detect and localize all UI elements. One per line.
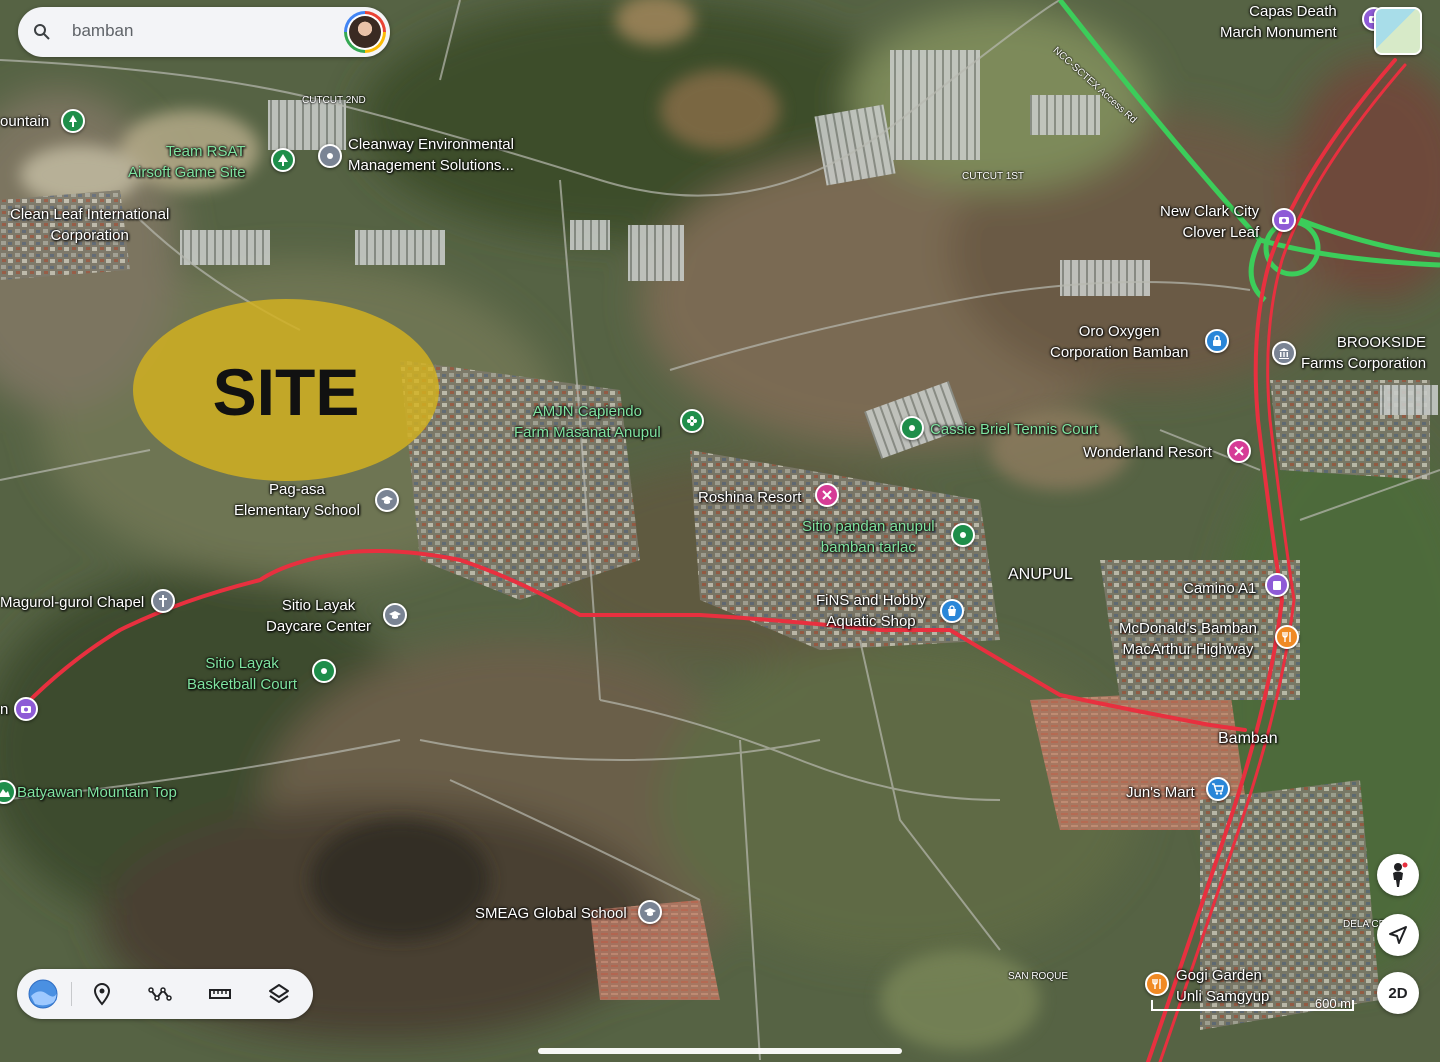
label-batyawan[interactable]: Batyawan Mountain Top: [17, 782, 177, 803]
site-label: SITE: [212, 355, 360, 429]
layers-icon[interactable]: [267, 982, 291, 1006]
route-icon[interactable]: [148, 982, 172, 1006]
search-bar[interactable]: bamban: [18, 7, 390, 57]
lock-pin-icon[interactable]: [1205, 329, 1229, 353]
label-anupul: ANUPUL: [1008, 566, 1073, 583]
view-mode-toggle[interactable]: 2D: [1377, 972, 1419, 1014]
place-pin-icon[interactable]: [318, 144, 342, 168]
earth-icon[interactable]: [27, 978, 59, 1010]
label-mountain[interactable]: ountain: [0, 111, 49, 132]
search-input[interactable]: bamban: [72, 21, 133, 41]
label-left-edge[interactable]: n: [0, 699, 8, 720]
flower-pin-icon[interactable]: [680, 409, 704, 433]
view-mode-label: 2D: [1388, 984, 1408, 1002]
road-label-san-roque: SAN ROQUE: [1008, 971, 1069, 982]
place-pin-icon[interactable]: [900, 416, 924, 440]
church-pin-icon[interactable]: [151, 589, 175, 613]
label-team-rsat[interactable]: Team RSAT Airsoft Game Site: [128, 141, 246, 183]
label-wonderland[interactable]: Wonderland Resort: [1083, 442, 1212, 463]
restaurant-pin-icon[interactable]: [1145, 972, 1169, 996]
label-oro-oxygen[interactable]: Oro Oxygen Corporation Bamban: [1050, 321, 1188, 363]
scale-label: 600 m: [1314, 996, 1351, 1011]
label-capas-death-march[interactable]: Capas Death March Monument: [1220, 1, 1337, 43]
road-label-cutcut2: CUTCUT 2ND: [302, 95, 366, 106]
place-pin-icon[interactable]: [951, 523, 975, 547]
label-cassie-briel[interactable]: Cassie Briel Tennis Court: [930, 419, 1098, 440]
label-smeag[interactable]: SMEAG Global School: [475, 903, 627, 924]
label-brookside[interactable]: BROOKSIDE Farms Corporation: [1301, 332, 1426, 374]
label-roshina[interactable]: Roshina Resort: [698, 487, 801, 508]
camera-pin-icon[interactable]: [1272, 208, 1296, 232]
home-indicator: [538, 1048, 902, 1054]
map-thumbnail[interactable]: [1374, 7, 1422, 55]
label-sitio-layak-court[interactable]: Sitio Layak Basketball Court: [187, 653, 297, 695]
scale-bar: 600 m: [1150, 996, 1355, 1012]
bottom-toolbar: [17, 969, 313, 1019]
label-magurol[interactable]: Magurol-gurol Chapel: [0, 592, 144, 613]
school-pin-icon[interactable]: [375, 488, 399, 512]
label-cleanway[interactable]: Cleanway Environmental Management Soluti…: [348, 134, 514, 176]
ruler-icon[interactable]: [208, 982, 232, 1006]
label-sitio-pandan[interactable]: Sitio pandan anupul bamban tarlac: [802, 516, 935, 558]
shop-pin-icon[interactable]: [940, 599, 964, 623]
pegman-icon: [1393, 862, 1408, 887]
bank-pin-icon[interactable]: [1272, 341, 1296, 365]
restaurant-pin-icon[interactable]: [1275, 625, 1299, 649]
resort-pin-icon[interactable]: [1227, 439, 1251, 463]
navigation-arrow-icon: [1389, 926, 1407, 944]
resort-pin-icon[interactable]: [815, 483, 839, 507]
camera-pin-icon[interactable]: [14, 697, 38, 721]
road-label-cutcut1: CUTCUT 1ST: [962, 171, 1025, 182]
store-pin-icon[interactable]: [1265, 573, 1289, 597]
label-fins[interactable]: FiNS and Hobby Aquatic Shop: [816, 590, 926, 632]
label-mcdonalds[interactable]: McDonald's Bamban MacArthur Highway: [1119, 618, 1257, 660]
label-clean-leaf[interactable]: Clean Leaf International Corporation: [10, 204, 169, 246]
park-pin-icon[interactable]: [61, 109, 85, 133]
tree-pin-icon[interactable]: [271, 148, 295, 172]
street-view-button[interactable]: [1377, 854, 1419, 896]
label-new-clark-city[interactable]: New Clark City Clover Leaf: [1160, 201, 1259, 243]
label-sitio-layak-daycare[interactable]: Sitio Layak Daycare Center: [266, 595, 371, 637]
label-juns-mart[interactable]: Jun's Mart: [1126, 782, 1195, 803]
toolbar-divider: [71, 982, 72, 1006]
search-icon[interactable]: [32, 22, 52, 42]
school-pin-icon[interactable]: [638, 900, 662, 924]
avatar[interactable]: [344, 11, 386, 53]
my-location-button[interactable]: [1377, 914, 1419, 956]
label-amjn[interactable]: AMJN Capiendo Farm Masanat Anupul: [514, 401, 661, 443]
pin-icon[interactable]: [90, 982, 114, 1006]
label-pag-asa[interactable]: Pag-asa Elementary School: [234, 479, 360, 521]
cart-pin-icon[interactable]: [1206, 777, 1230, 801]
school-pin-icon[interactable]: [383, 603, 407, 627]
label-camino[interactable]: Camino A1: [1183, 578, 1256, 599]
place-pin-icon[interactable]: [312, 659, 336, 683]
label-bamban: Bamban: [1218, 730, 1278, 747]
